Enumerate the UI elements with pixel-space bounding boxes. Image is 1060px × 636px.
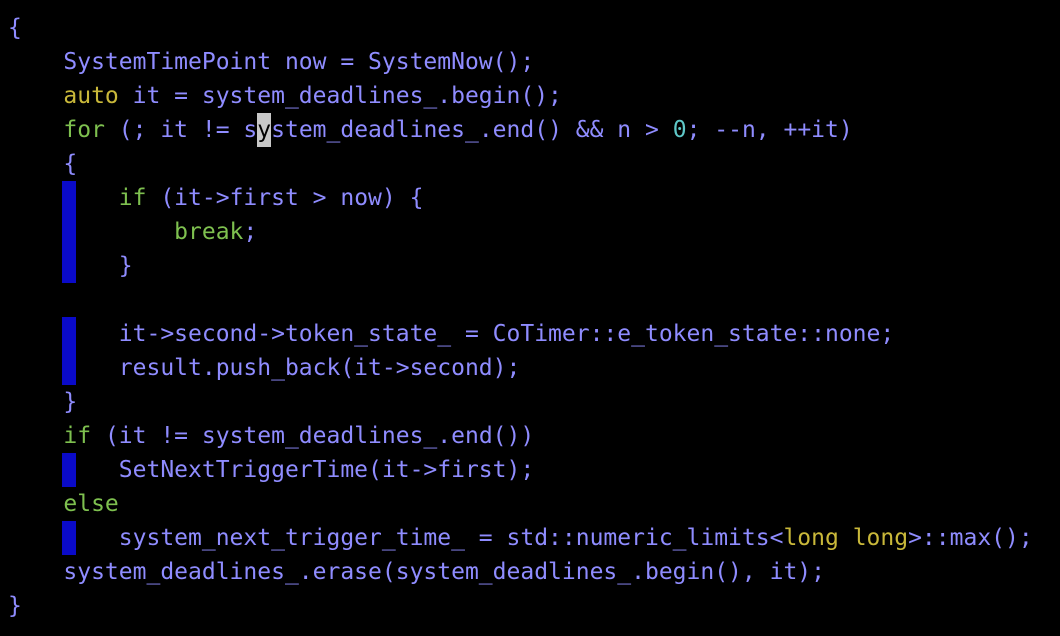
code-line[interactable]: } — [8, 589, 22, 623]
code-token: ; — [243, 219, 258, 245]
code-line[interactable]: system_next_trigger_time_ = std::numeric… — [8, 521, 1033, 555]
code-line[interactable]: SystemTimePoint now = SystemNow(); — [8, 45, 534, 79]
code-line[interactable]: if (it != system_deadlines_.end()) — [8, 419, 534, 453]
code-token: (it->first > now) { — [146, 185, 424, 211]
code-token: { — [8, 151, 78, 177]
code-token: SetNextTriggerTime(it->first); — [8, 457, 535, 483]
keyword-token: for — [63, 117, 105, 143]
code-token: ; --n, ++it) — [686, 117, 853, 143]
code-token: (it != system_deadlines_.end()) — [91, 423, 535, 449]
code-token: } — [8, 389, 78, 415]
code-token: system_deadlines_.erase(system_deadlines… — [8, 559, 825, 585]
code-token: stem_deadlines_.end() && n > — [271, 117, 673, 143]
keyword-token: if — [118, 185, 147, 211]
code-line[interactable]: break; — [8, 215, 257, 249]
code-token: (; it != s — [104, 117, 258, 143]
type-token: auto — [63, 83, 119, 109]
code-token: } — [8, 253, 133, 279]
code-editor[interactable]: { SystemTimePoint now = SystemNow(); aut… — [0, 0, 1060, 636]
code-line[interactable]: else — [8, 487, 119, 521]
keyword-token: if — [63, 423, 92, 449]
code-line[interactable]: } — [8, 249, 133, 283]
number-token: 0 — [672, 117, 687, 143]
code-line[interactable]: system_deadlines_.erase(system_deadlines… — [8, 555, 825, 589]
code-line[interactable]: it->second->token_state_ = CoTimer::e_to… — [8, 317, 894, 351]
keyword-token: break — [174, 219, 244, 245]
code-line[interactable]: SetNextTriggerTime(it->first); — [8, 453, 534, 487]
text-cursor: y — [257, 113, 272, 147]
code-token: SystemTimePoint now = SystemNow(); — [8, 49, 535, 75]
code-line[interactable]: auto it = system_deadlines_.begin(); — [8, 79, 562, 113]
code-line[interactable]: } — [8, 385, 77, 419]
code-token: >::max(); — [908, 525, 1033, 551]
code-token: it->second->token_state_ = CoTimer::e_to… — [8, 321, 895, 347]
code-token: { — [8, 15, 22, 41]
type-token: long long — [783, 525, 909, 551]
code-line[interactable]: if (it->first > now) { — [8, 181, 424, 215]
code-line[interactable]: { — [8, 11, 22, 45]
code-token: } — [8, 593, 22, 619]
code-token: result.push_back(it->second); — [8, 355, 521, 381]
keyword-token: else — [63, 491, 119, 517]
code-token: it = system_deadlines_.begin(); — [118, 83, 562, 109]
code-line[interactable]: for (; it != system_deadlines_.end() && … — [8, 113, 853, 147]
code-token: system_next_trigger_time_ = std::numeric… — [8, 525, 784, 551]
code-line[interactable]: { — [8, 147, 77, 181]
code-line[interactable]: result.push_back(it->second); — [8, 351, 521, 385]
